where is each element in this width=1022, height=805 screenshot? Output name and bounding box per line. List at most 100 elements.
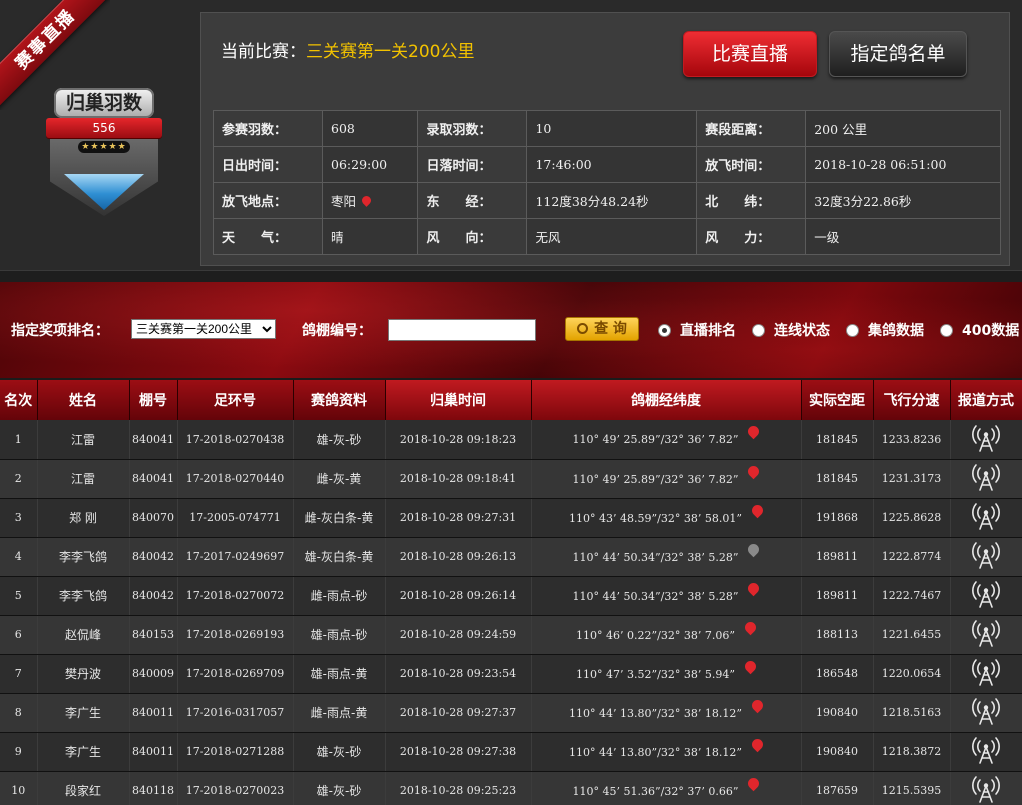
signal-tower-icon (971, 697, 1001, 725)
location-pin-icon[interactable] (360, 194, 373, 207)
table-row: 6 赵侃峰 840153 17-2018-0269193 雄-雨点-砂 2018-10-2… (0, 615, 1022, 655)
designated-pigeon-list-button[interactable]: 指定鸽名单 (829, 31, 967, 77)
cell-report-method (950, 498, 1022, 538)
loft-number-input[interactable] (388, 319, 536, 341)
cell-distance: 181845 (801, 459, 874, 499)
header-pigeon-info: 赛鸽资料 (293, 380, 386, 420)
radio-dot[interactable] (658, 323, 671, 337)
info-value: 无风 (526, 218, 698, 255)
radio-dot[interactable] (940, 323, 953, 337)
cell-rank: 4 (0, 537, 38, 577)
info-value-text: 2018-10-28 06:51:00 (814, 157, 947, 172)
cell-loft: 840042 (129, 537, 178, 577)
map-pin-icon[interactable] (746, 541, 762, 557)
map-pin-icon[interactable] (742, 619, 759, 635)
info-value: 晴 (321, 218, 419, 255)
map-pin-icon[interactable] (742, 658, 759, 674)
header-speed: 飞行分速 (873, 380, 951, 420)
info-value-text: 无风 (535, 230, 561, 245)
map-pin-icon[interactable] (746, 423, 762, 440)
cell-return-time-text: 2018-10-28 09:27:38 (399, 745, 517, 758)
info-value-text: 32度3分22.86秒 (814, 194, 912, 209)
cell-rank: 8 (0, 693, 38, 733)
info-value-text: 10 (535, 121, 552, 136)
cell-distance: 190840 (801, 732, 874, 772)
cell-name-text: 李李飞鸽 (58, 589, 107, 603)
signal-tower-icon (971, 424, 1001, 452)
radio-400-data[interactable]: 400数据 (940, 320, 1019, 340)
table-row: 8 李广生 840011 17-2016-0317057 雌-雨点-黄 2018-10-2… (0, 693, 1022, 733)
header-loft: 棚号 (129, 380, 178, 420)
cell-return-time: 2018-10-28 09:26:14 (385, 576, 532, 616)
cell-coordinates-text: 110° 49’ 25.89”/32° 36’ 7.82” (572, 433, 739, 447)
cell-report-method (950, 615, 1022, 655)
cell-distance: 191868 (801, 498, 874, 538)
prize-ranking-select[interactable]: 三关赛第一关200公里 (131, 319, 276, 339)
divider (0, 270, 1022, 282)
cell-speed-text: 1231.3173 (881, 472, 942, 485)
cell-speed-text: 1222.8774 (881, 550, 942, 563)
cell-speed: 1218.3872 (873, 732, 951, 772)
cell-loft-text: 840042 (132, 589, 174, 602)
radio-connection-status[interactable]: 连线状态 (752, 320, 830, 340)
cell-report-method (950, 459, 1022, 499)
info-value-text: 晴 (331, 230, 344, 245)
cell-rank-text: 8 (14, 706, 22, 719)
signal-tower-icon (971, 658, 1001, 686)
live-race-button[interactable]: 比赛直播 (683, 31, 817, 77)
cell-ring-text: 17-2018-0271288 (185, 745, 285, 758)
map-pin-icon[interactable] (746, 580, 762, 596)
radio-dot[interactable] (752, 323, 765, 337)
cell-pigeon-info-text: 雄-雨点-砂 (310, 628, 368, 642)
cell-name: 李广生 (37, 732, 130, 772)
cell-loft-text: 840070 (132, 511, 174, 524)
info-value-text: 200 公里 (814, 122, 868, 137)
results-table: 名次 姓名 棚号 足环号 赛鸽资料 归巢时间 鸽棚经纬度 实际空距 飞行分速 报… (0, 380, 1022, 805)
info-key: 风 向： (417, 218, 528, 255)
query-button[interactable]: 查 询 (565, 317, 639, 341)
cell-pigeon-info-text: 雌-雨点-砂 (310, 589, 368, 603)
cell-loft: 840118 (129, 771, 178, 805)
cell-pigeon-info-text: 雌-雨点-黄 (310, 706, 368, 720)
info-key: 放飞地点： (213, 182, 323, 219)
cell-ring-text: 17-2016-0317057 (185, 706, 285, 719)
current-match: 当前比赛：三关赛第一关200公里 (221, 37, 474, 62)
info-key: 录取羽数： (417, 110, 528, 147)
info-value: 枣阳 (321, 182, 419, 219)
info-key: 日落时间： (417, 146, 528, 183)
cell-distance-text: 190840 (816, 745, 858, 758)
cell-return-time-text: 2018-10-28 09:26:13 (399, 550, 517, 563)
map-pin-icon[interactable] (749, 736, 766, 752)
cell-return-time-text: 2018-10-28 09:23:54 (399, 667, 517, 680)
cell-ring: 17-2018-0270438 (177, 420, 294, 460)
cell-distance-text: 189811 (816, 550, 858, 563)
info-key: 日出时间： (213, 146, 323, 183)
radio-collection-data[interactable]: 集鸽数据 (846, 320, 924, 340)
cell-pigeon-info: 雌-灰-黄 (293, 459, 386, 499)
cell-name: 江雷 (37, 459, 130, 499)
cell-speed: 1225.8628 (873, 498, 951, 538)
cell-rank: 1 (0, 420, 38, 460)
info-value: 200 公里 (805, 110, 1001, 147)
cell-name-text: 赵侃峰 (64, 628, 101, 642)
map-pin-icon[interactable] (746, 463, 762, 479)
cell-loft: 840042 (129, 576, 178, 616)
map-pin-icon[interactable] (749, 502, 766, 518)
cell-return-time: 2018-10-28 09:26:13 (385, 537, 532, 577)
loft-number-label: 鸽棚编号： (302, 323, 372, 339)
map-pin-icon[interactable] (746, 775, 762, 791)
map-pin-icon[interactable] (749, 697, 766, 713)
cell-loft: 840011 (129, 693, 178, 733)
radio-live-ranking[interactable]: 直播排名 (658, 320, 736, 340)
cell-ring-text: 17-2018-0270440 (185, 472, 285, 485)
cell-ring: 17-2018-0270023 (177, 771, 294, 805)
cell-return-time: 2018-10-28 09:18:41 (385, 459, 532, 499)
cell-name: 李李飞鸽 (37, 576, 130, 616)
cell-pigeon-info: 雌-雨点-黄 (293, 693, 386, 733)
info-value: 608 (321, 110, 419, 147)
cell-report-method (950, 576, 1022, 616)
cell-speed-text: 1218.3872 (881, 745, 942, 758)
radio-dot[interactable] (846, 323, 859, 337)
cell-ring-text: 17-2005-074771 (189, 511, 281, 524)
cell-rank: 7 (0, 654, 38, 694)
